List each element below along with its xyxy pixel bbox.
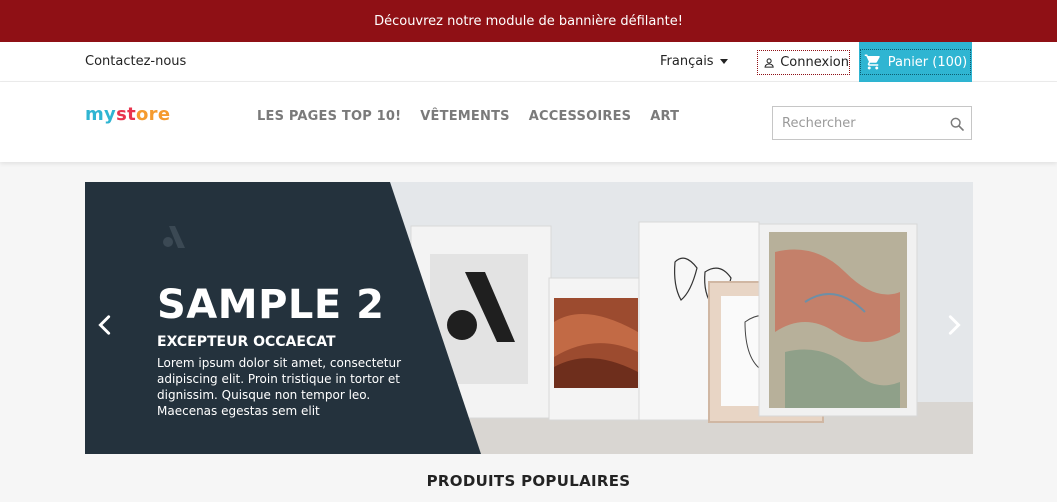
search-icon[interactable]: [949, 116, 965, 132]
language-label: Français: [660, 54, 714, 69]
caret-down-icon: [719, 59, 728, 64]
language-selector[interactable]: Français: [660, 54, 728, 69]
cart-button[interactable]: Panier (100): [859, 42, 972, 82]
slide-description: Lorem ipsum dolor sit amet, consectetur …: [157, 356, 402, 418]
search-box: [772, 106, 972, 140]
nav-item-clothing[interactable]: VÊTEMENTS: [420, 109, 509, 124]
main-nav: LES PAGES TOP 10! VÊTEMENTS ACCESSOIRES …: [257, 109, 679, 124]
slide-logo-icon: [163, 226, 185, 248]
slide-subtitle: EXCEPTEUR OCCAECAT: [157, 334, 336, 350]
section-title: PRODUITS POPULAIRES: [426, 472, 631, 490]
nav-item-accessories[interactable]: ACCESSOIRES: [529, 109, 632, 124]
hero-carousel[interactable]: SAMPLE 2 EXCEPTEUR OCCAECAT Lorem ipsum …: [85, 182, 973, 454]
logo-part-2: st: [116, 104, 137, 125]
logo-part-1: my: [85, 104, 117, 125]
chevron-left-icon[interactable]: [94, 314, 116, 336]
chevron-right-icon[interactable]: [943, 314, 965, 336]
contact-link[interactable]: Contactez-nous: [85, 54, 186, 69]
promo-banner: Découvrez notre module de bannière défil…: [0, 0, 1057, 42]
login-label: Connexion: [780, 55, 849, 70]
search-input[interactable]: [773, 107, 943, 139]
nav-item-art[interactable]: ART: [650, 109, 679, 124]
nav-item-top-pages[interactable]: LES PAGES TOP 10!: [257, 109, 401, 124]
store-logo[interactable]: my st ore: [85, 104, 170, 125]
main-header: my st ore LES PAGES TOP 10! VÊTEMENTS AC…: [0, 82, 1057, 162]
top-bar: Contactez-nous Français Connexion Panier…: [0, 42, 1057, 82]
login-link[interactable]: Connexion: [757, 50, 850, 75]
cart-label: Panier (100): [887, 54, 968, 70]
logo-part-3: ore: [136, 104, 171, 125]
user-icon: [764, 57, 774, 68]
slide-title: SAMPLE 2: [157, 282, 385, 328]
shopping-cart-icon: [864, 54, 880, 70]
promo-text: Découvrez notre module de bannière défil…: [374, 13, 683, 29]
